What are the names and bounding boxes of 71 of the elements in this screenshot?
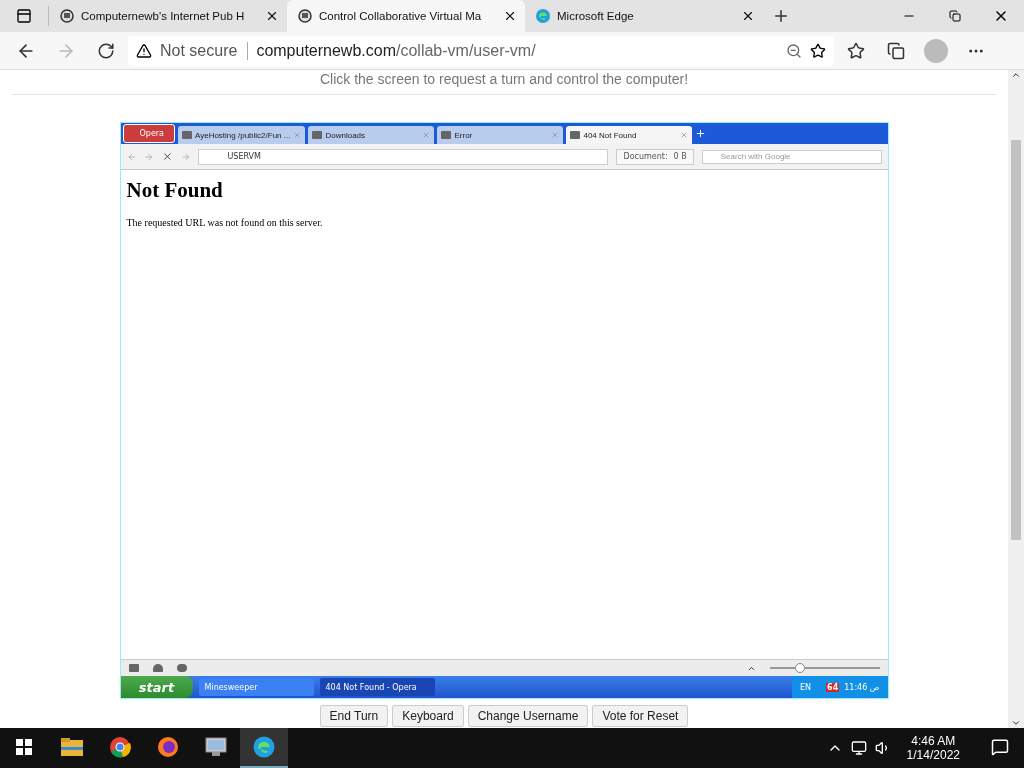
vm-site-icon [59,8,75,24]
zoom-out-icon[interactable] [786,42,802,59]
opera-tab[interactable]: Downloads [308,126,435,144]
tab-title: Downloads [325,130,367,140]
security-label: Not secure [160,41,249,60]
chrome-icon [109,736,131,758]
browser-tab[interactable]: Computernewb's Internet Pub H [49,0,287,32]
page-icon [570,131,581,139]
restore-icon[interactable] [949,10,961,22]
vm-action-button[interactable]: Change Username [467,705,589,727]
error-message: The requested URL was not found on this server. [126,217,324,228]
scroll-up-icon[interactable] [1011,70,1021,80]
notifications-icon[interactable] [991,738,1009,756]
collections-icon[interactable] [887,41,905,60]
windows-logo-icon[interactable] [16,739,32,755]
tab-title: Microsoft Edge [557,10,635,22]
opera-tab[interactable]: 404 Not Found [566,126,693,144]
vm-action-button[interactable]: End Turn [319,705,389,727]
page-heading: Not Found [126,178,224,203]
taskbar-app[interactable] [240,728,288,768]
firefox-icon [157,736,179,758]
monitor-icon [204,736,228,758]
close-icon[interactable] [741,9,755,23]
folder-icon [61,738,83,756]
stop-icon[interactable] [162,151,173,162]
page-icon [312,131,323,139]
taskbar-window[interactable]: 404 Not Found - Opera [319,678,435,696]
opera-menu-button[interactable]: Opera [122,124,175,143]
tab-title: 404 Not Found [583,130,638,140]
start-button[interactable]: start [120,676,193,698]
vm-clock: 11:46 ص [844,682,880,692]
tab-title: AyeHosting /public2/Fun ... [195,130,291,140]
vm-screen[interactable] [119,122,889,699]
warning-icon [136,42,152,59]
scroll-down-icon[interactable] [1011,718,1021,728]
browser-tab[interactable]: Microsoft Edge [525,0,763,32]
network-icon[interactable] [850,740,867,756]
edge-icon [252,735,276,759]
new-tab-icon[interactable] [772,7,790,25]
vm-site-icon [297,8,313,24]
favorites-icon[interactable] [847,41,865,60]
opera-address-field[interactable]: USERVM [198,148,609,165]
add-favorite-icon[interactable] [810,42,826,59]
taskbar-window[interactable]: Minesweeper [198,678,314,696]
page-icon [182,131,192,139]
scrollbar-thumb[interactable] [1011,140,1021,540]
instructions-text: Click the screen to request a turn and control the computer! [319,70,689,89]
tray-badge[interactable]: 64 [826,682,840,692]
refresh-icon[interactable] [97,41,115,60]
tab-title: Computernewb's Internet Pub H [81,10,246,22]
vm-action-button[interactable]: Vote for Reset [592,705,689,727]
vm-action-button[interactable]: Keyboard [392,705,464,727]
edge-icon [535,8,551,24]
opera-tab[interactable]: AyeHosting /public2/Fun ... [178,126,306,144]
opera-search-field[interactable]: Search with Google [701,149,882,164]
address-field[interactable]: Not secure computernewb.com/collab-vm/user-vm/ [128,35,834,66]
cloud-icon[interactable] [152,664,163,672]
document-size: Document: 0 B [616,148,694,165]
page-icon [441,131,452,139]
opera-tab[interactable]: Error [437,126,564,144]
new-tab-icon[interactable] [695,128,707,139]
close-icon[interactable] [503,9,517,23]
clock[interactable]: 4:46 AM 1/14/2022 [898,734,968,762]
url-text: computernewb.com/collab-vm/user-vm/ [256,41,537,60]
browser-tab[interactable]: Control Collaborative Virtual Ma [287,0,525,32]
tab-actions-icon[interactable] [16,8,32,24]
tab-title: Control Collaborative Virtual Ma [319,10,483,22]
zoom-thumb[interactable] [795,663,806,673]
tab-title: Error [454,130,474,140]
panel-icon[interactable] [128,664,139,672]
close-icon[interactable] [265,9,279,23]
